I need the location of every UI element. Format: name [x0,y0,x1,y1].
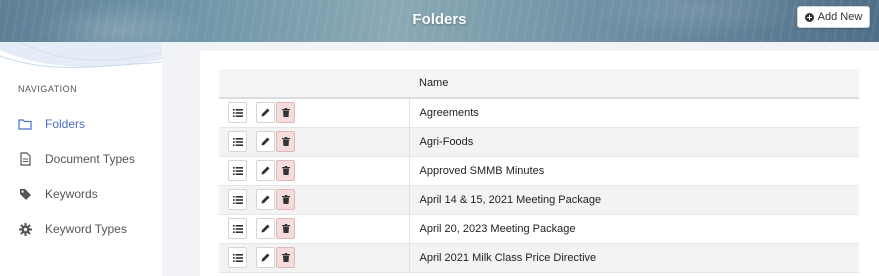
edit-button[interactable] [256,102,275,124]
row-actions [219,156,410,185]
edit-button[interactable] [256,189,275,210]
sidebar-item-label: Keyword Types [45,222,127,236]
folder-name-cell[interactable]: Agri-Foods [409,127,859,156]
sidebar-item-document-types[interactable]: Document Types [0,144,162,174]
folders-table: Name Agreements Agri-Foods Approved SMMB… [219,69,859,273]
document-icon [18,152,32,166]
table-row[interactable]: Approved SMMB Minutes [219,156,859,185]
edit-button[interactable] [256,160,275,181]
add-new-label: Add New [817,11,863,23]
sidebar: NAVIGATION Folders Document Types Keywor… [0,42,162,276]
edit-button[interactable] [256,218,275,239]
sidebar-item-keywords[interactable]: Keywords [0,179,162,209]
sidebar-item-label: Folders [45,117,86,131]
table-row[interactable]: Agri-Foods [219,127,859,156]
table-header-row: Name [219,69,859,98]
list-icon [232,108,243,117]
page-title: Folders [412,11,467,28]
list-button[interactable] [228,131,247,152]
pencil-icon [261,253,270,262]
folder-name-cell[interactable]: April 14 & 15, 2021 Meeting Package [409,185,859,214]
folder-name-cell[interactable]: Agreements [409,98,859,127]
row-actions [219,185,410,214]
sidebar-wave-decoration [0,42,162,68]
table-row[interactable]: April 20, 2023 Meeting Package [219,214,859,243]
edit-button[interactable] [256,131,275,152]
trash-icon [281,253,290,262]
trash-icon [281,108,290,118]
list-button[interactable] [228,160,247,181]
tag-icon [18,187,32,201]
trash-icon [281,224,290,233]
list-button[interactable] [228,247,247,268]
name-column-header[interactable]: Name [409,69,859,98]
header-banner: Folders Add New [0,0,879,42]
folder-name-cell[interactable]: April 2021 Milk Class Price Directive [409,243,859,272]
row-actions [219,214,410,243]
pencil-icon [261,224,270,233]
sidebar-item-label: Keywords [45,187,98,201]
pencil-icon [261,195,270,204]
row-actions [219,243,410,272]
trash-icon [281,137,290,146]
pencil-icon [261,108,270,117]
actions-column-header [219,69,409,98]
row-actions [219,98,410,127]
sidebar-item-folders[interactable]: Folders [0,109,162,139]
delete-button[interactable] [276,160,295,181]
sidebar-item-label: Document Types [45,152,135,166]
delete-button[interactable] [276,218,295,239]
folder-icon [18,117,32,131]
edit-button[interactable] [256,247,275,268]
delete-button[interactable] [276,247,295,268]
list-icon [232,253,243,262]
table-row[interactable]: April 2021 Milk Class Price Directive [219,243,859,272]
delete-button[interactable] [276,189,295,210]
add-new-button[interactable]: Add New [797,6,870,28]
main-panel: Name Agreements Agri-Foods Approved SMMB… [200,51,879,276]
nav-heading: NAVIGATION [18,84,78,94]
trash-icon [281,195,290,204]
list-icon [232,137,243,146]
list-button[interactable] [228,218,247,239]
list-button[interactable] [228,102,247,124]
sidebar-item-keyword-types[interactable]: Keyword Types [0,214,162,244]
table-row[interactable]: April 14 & 15, 2021 Meeting Package [219,185,859,214]
pencil-icon [261,137,270,146]
folder-name-cell[interactable]: April 20, 2023 Meeting Package [409,214,859,243]
list-icon [232,224,243,233]
plus-circle-icon [804,12,814,22]
row-actions [219,127,410,156]
delete-button[interactable] [276,131,295,152]
list-button[interactable] [228,189,247,210]
folder-name-cell[interactable]: Approved SMMB Minutes [409,156,859,185]
list-icon [232,195,243,204]
list-icon [232,166,243,175]
trash-icon [281,166,290,175]
delete-button[interactable] [276,102,295,124]
pencil-icon [261,166,270,175]
table-row[interactable]: Agreements [219,98,859,127]
gear-icon [18,222,32,236]
